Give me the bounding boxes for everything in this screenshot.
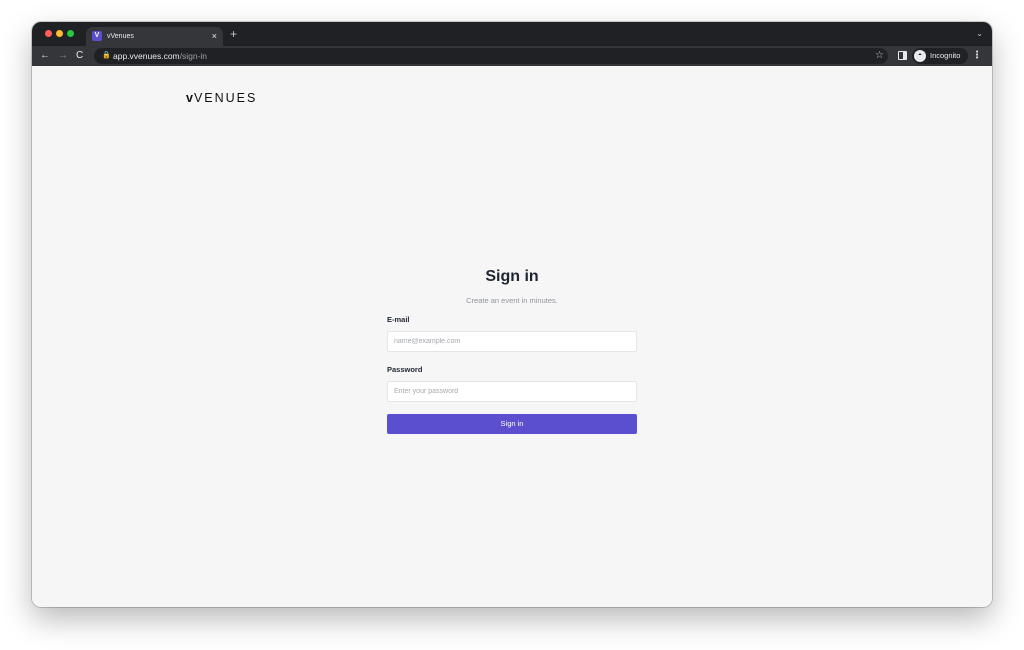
new-tab-button[interactable]: + (230, 27, 237, 41)
reload-icon[interactable]: C (76, 49, 83, 63)
browser-tab[interactable]: V vVenues × (86, 27, 223, 46)
logo-v: v (186, 91, 194, 105)
logo-wordmark: VENUES (193, 91, 258, 105)
vvenues-logo[interactable]: vVENUES (186, 90, 257, 106)
email-field[interactable] (387, 331, 637, 352)
minimize-window-button[interactable] (56, 30, 63, 37)
lock-icon: 🔒 (102, 52, 111, 59)
page-subtitle: Create an event in minutes. (466, 296, 558, 305)
browser-window: V vVenues × + ⌄ ← → C 🔒 app.vvenues.com/… (32, 22, 992, 607)
incognito-indicator[interactable]: ◓ Incognito (912, 48, 968, 64)
browser-toolbar: ← → C 🔒 app.vvenues.com/sign-in ☆ ◓ Inco… (32, 46, 992, 66)
close-window-button[interactable] (45, 30, 52, 37)
vvenues-favicon-icon: V (92, 31, 102, 41)
forward-arrow-icon[interactable]: → (58, 49, 68, 63)
back-arrow-icon[interactable]: ← (40, 49, 50, 63)
password-label: Password (387, 365, 423, 374)
password-field[interactable] (387, 381, 637, 402)
incognito-label: Incognito (930, 51, 961, 60)
incognito-icon: ◓ (914, 50, 926, 62)
page-title: Sign in (485, 268, 539, 285)
sign-in-button[interactable]: Sign in (387, 414, 637, 434)
address-bar[interactable]: 🔒 app.vvenues.com/sign-in ☆ (94, 48, 888, 64)
email-label: E-mail (387, 315, 410, 324)
bookmark-star-icon[interactable]: ☆ (875, 49, 884, 63)
tab-close-icon[interactable]: × (212, 29, 217, 43)
url-path: /sign-in (179, 51, 208, 61)
side-panel-icon[interactable] (898, 51, 907, 60)
tab-search-chevron-icon[interactable]: ⌄ (976, 29, 983, 39)
tab-title: vVenues (107, 33, 134, 40)
tab-strip: V vVenues × + ⌄ (32, 22, 992, 46)
address-url: app.vvenues.com/sign-in (113, 50, 207, 62)
url-host: app.vvenues.com (113, 51, 180, 61)
sign-in-page: vVENUES Sign in Create an event in minut… (32, 66, 992, 607)
browser-menu-icon[interactable]: ⋮ (972, 49, 982, 63)
maximize-window-button[interactable] (67, 30, 74, 37)
